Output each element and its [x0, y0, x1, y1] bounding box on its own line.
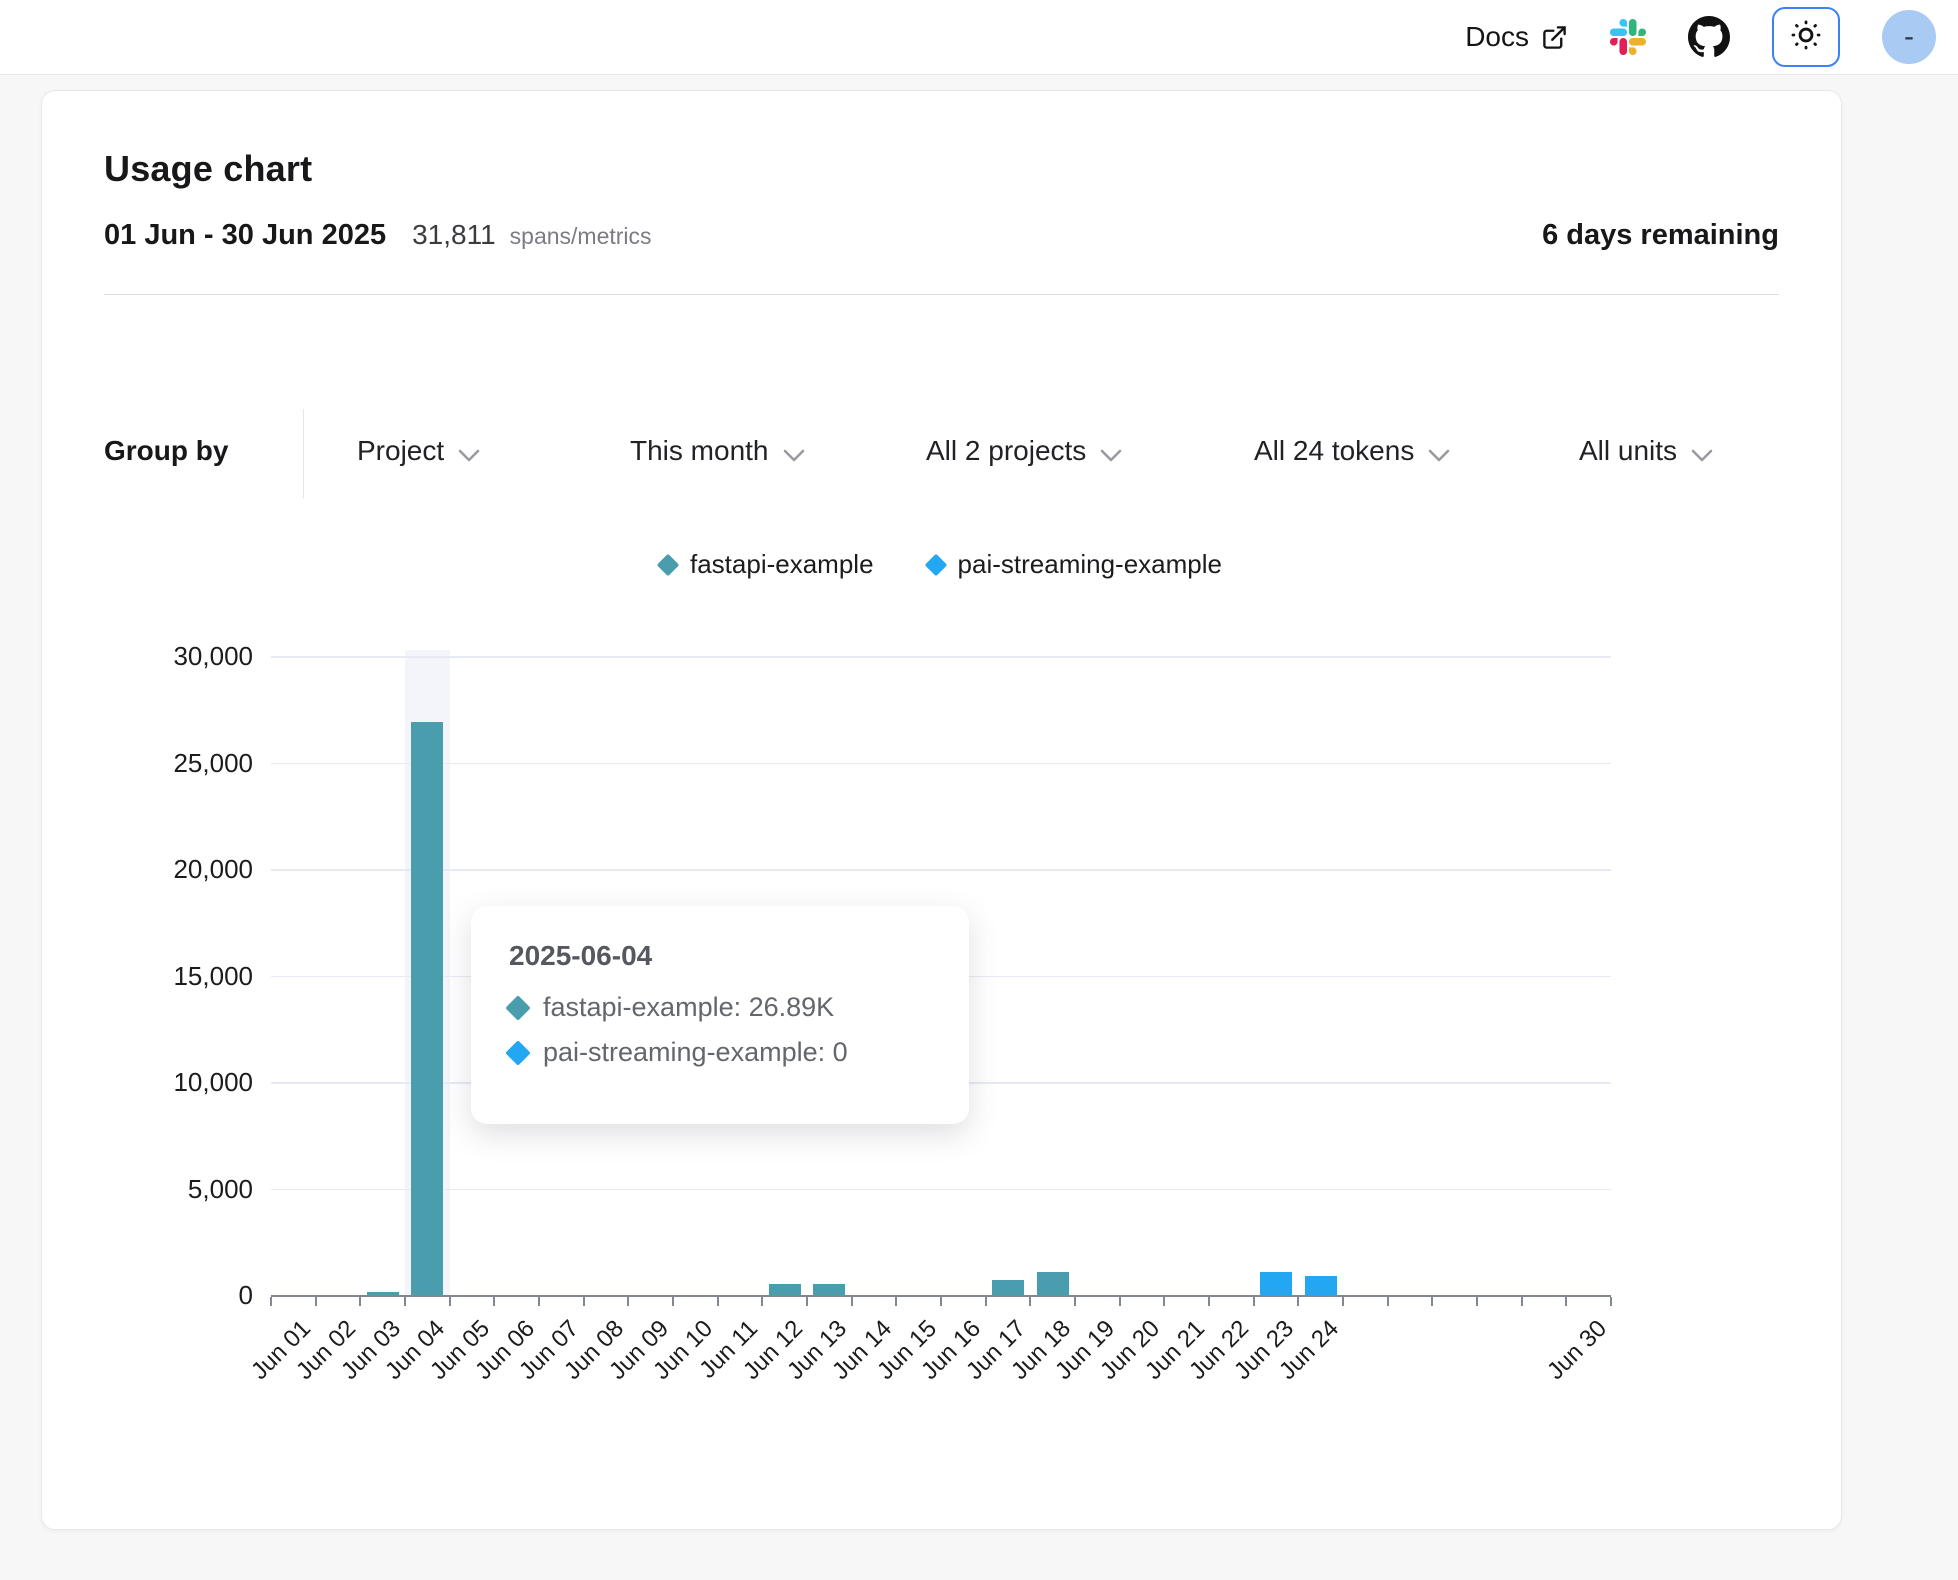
usage-bar-chart: 0 5,000 10,000 15,000 20,000 25,000 30,000 Jun … — [42, 91, 1841, 1529]
x-axis-tick — [404, 1297, 406, 1306]
x-axis-tick — [985, 1297, 987, 1306]
x-axis-tick — [538, 1297, 540, 1306]
x-axis-tick — [1476, 1297, 1478, 1306]
x-axis-tick — [1342, 1297, 1344, 1306]
diamond-icon — [505, 1040, 530, 1065]
x-axis-tick — [717, 1297, 719, 1306]
github-icon[interactable] — [1688, 16, 1730, 58]
usage-card: Usage chart 01 Jun - 30 Jun 2025 31,811 … — [41, 90, 1842, 1530]
x-axis-label: Jun 30 — [1480, 1315, 1613, 1448]
bar-fastapi-example[interactable] — [769, 1284, 801, 1295]
x-axis-tick — [627, 1297, 629, 1306]
tooltip-row: fastapi-example: 26.89K — [509, 992, 931, 1023]
x-axis-tick — [1208, 1297, 1210, 1306]
y-axis-label: 25,000 — [103, 748, 253, 779]
x-axis-tick — [1074, 1297, 1076, 1306]
tooltip-value: pai-streaming-example: 0 — [543, 1037, 848, 1068]
gridline — [271, 763, 1611, 765]
bar-fastapi-example[interactable] — [367, 1292, 399, 1295]
tooltip-row: pai-streaming-example: 0 — [509, 1037, 931, 1068]
x-axis-tick — [1610, 1297, 1612, 1306]
bar-fastapi-example[interactable] — [992, 1280, 1024, 1295]
bar-pai-streaming-example[interactable] — [1260, 1272, 1292, 1295]
x-axis-tick — [940, 1297, 942, 1306]
x-axis-tick — [270, 1297, 272, 1306]
x-axis-tick — [1387, 1297, 1389, 1306]
bar-fastapi-example[interactable] — [813, 1284, 845, 1295]
x-axis-tick — [583, 1297, 585, 1306]
chart-tooltip: 2025-06-04 fastapi-example: 26.89K pai-s… — [471, 906, 969, 1124]
avatar-label: - — [1904, 20, 1914, 54]
bar-pai-streaming-example[interactable] — [1305, 1276, 1337, 1295]
tooltip-date: 2025-06-04 — [509, 940, 931, 972]
theme-toggle-button[interactable] — [1772, 7, 1840, 67]
gridline — [271, 869, 1611, 871]
x-axis-tick — [851, 1297, 853, 1306]
y-axis-label: 30,000 — [103, 641, 253, 672]
x-axis-tick — [493, 1297, 495, 1306]
docs-link-label: Docs — [1465, 21, 1529, 53]
x-axis-tick — [1521, 1297, 1523, 1306]
x-axis-tick — [806, 1297, 808, 1306]
gridline — [271, 656, 1611, 658]
bar-fastapi-example[interactable] — [1037, 1272, 1069, 1295]
gridline — [271, 1189, 1611, 1191]
slack-icon[interactable] — [1610, 19, 1646, 55]
x-axis-tick — [672, 1297, 674, 1306]
y-axis-label: 20,000 — [103, 854, 253, 885]
x-axis-tick — [359, 1297, 361, 1306]
y-axis-label: 0 — [103, 1280, 253, 1311]
x-axis-tick — [1565, 1297, 1567, 1306]
x-axis-tick — [1163, 1297, 1165, 1306]
docs-link[interactable]: Docs — [1465, 21, 1568, 53]
x-axis-tick — [1431, 1297, 1433, 1306]
x-axis-tick — [1297, 1297, 1299, 1306]
x-axis-tick — [1029, 1297, 1031, 1306]
sun-icon — [1789, 18, 1823, 57]
y-axis-label: 10,000 — [103, 1067, 253, 1098]
bar-fastapi-example[interactable] — [411, 722, 443, 1295]
x-axis-tick — [895, 1297, 897, 1306]
x-axis-tick — [315, 1297, 317, 1306]
x-axis-tick — [449, 1297, 451, 1306]
x-axis-tick — [761, 1297, 763, 1306]
y-axis-label: 5,000 — [103, 1174, 253, 1205]
y-axis-label: 15,000 — [103, 961, 253, 992]
diamond-icon — [505, 995, 530, 1020]
top-bar: Docs - — [0, 0, 1958, 75]
avatar[interactable]: - — [1882, 10, 1936, 64]
x-axis-tick — [1253, 1297, 1255, 1306]
tooltip-value: fastapi-example: 26.89K — [543, 992, 834, 1023]
x-axis-tick — [1119, 1297, 1121, 1306]
external-link-icon — [1541, 24, 1568, 51]
